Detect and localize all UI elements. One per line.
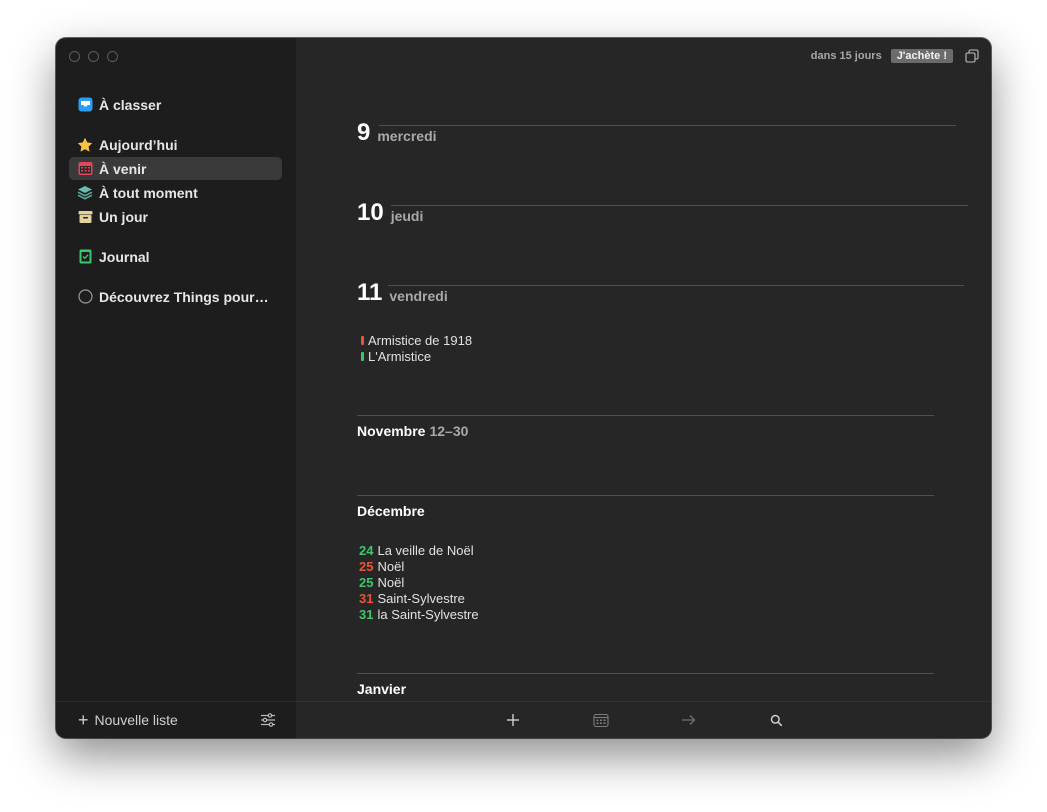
sidebar: À classer Aujourd’hui À venir À tout mom… — [56, 38, 296, 738]
sidebar-item-label: Découvrez Things pour… — [99, 288, 269, 305]
sidebar-item-label: Aujourd’hui — [99, 136, 178, 153]
sidebar-item-label: Un jour — [99, 208, 148, 225]
logbook-icon — [77, 249, 93, 265]
event-day: 24 — [359, 543, 374, 558]
calendar-event[interactable]: 31 Saint-Sylvestre — [359, 591, 465, 606]
inbox-icon — [77, 97, 93, 113]
sidebar-item-label: À classer — [99, 96, 162, 113]
close-window-button[interactable] — [69, 51, 80, 62]
event-day: 31 — [359, 607, 374, 622]
zoom-window-button[interactable] — [107, 51, 118, 62]
month-name: Novembre — [357, 423, 426, 439]
event-title: Armistice de 1918 — [368, 333, 473, 348]
day-number: 9 — [357, 119, 371, 146]
day-number: 11 — [357, 279, 383, 306]
calendar-event[interactable]: L'Armistice — [361, 349, 431, 364]
sidebar-item-logbook[interactable]: Journal — [69, 245, 282, 268]
calendar-event[interactable]: 31 la Saint-Sylvestre — [359, 607, 479, 622]
day-header: 11 vendredi — [357, 280, 448, 306]
archive-box-icon — [77, 209, 93, 225]
day-divider — [388, 285, 964, 286]
event-title: Noël — [377, 559, 405, 574]
month-name: Janvier — [357, 681, 407, 697]
month-header: Décembre — [357, 503, 425, 519]
day-header: 10 jeudi — [357, 200, 423, 226]
event-day: 25 — [359, 559, 374, 574]
weekday-name: jeudi — [390, 208, 424, 224]
top-toolbar: dans 15 jours J'achète ! — [811, 49, 979, 63]
day-number: 10 — [357, 199, 384, 226]
new-list-label: Nouvelle liste — [94, 712, 178, 728]
app-window: À classer Aujourd’hui À venir À tout mom… — [56, 38, 991, 738]
calendar-color-bar — [361, 336, 364, 345]
star-icon — [77, 137, 93, 153]
calendar-color-bar — [361, 352, 364, 361]
sidebar-item-someday[interactable]: Un jour — [69, 205, 282, 228]
calendar-event[interactable]: 24 La veille de Noël — [359, 543, 474, 558]
new-list-button[interactable]: + Nouvelle liste — [78, 711, 178, 729]
sidebar-item-label: À venir — [99, 160, 147, 177]
buy-button[interactable]: J'achète ! — [890, 49, 953, 63]
day-header: 9 mercredi — [357, 120, 437, 146]
calendar-event[interactable]: Armistice de 1918 — [361, 333, 472, 348]
day-divider — [391, 205, 968, 206]
sidebar-item-upcoming[interactable]: À venir — [69, 157, 282, 180]
event-title: La veille de Noël — [377, 543, 474, 558]
month-divider — [357, 415, 934, 416]
sidebar-item-today[interactable]: Aujourd’hui — [69, 133, 282, 156]
duplicate-window-icon[interactable] — [965, 49, 979, 63]
filter-settings-icon[interactable] — [260, 712, 276, 728]
month-name: Décembre — [357, 503, 425, 519]
month-header: Janvier — [357, 681, 406, 697]
add-todo-icon[interactable] — [505, 712, 521, 728]
relative-date-label: dans 15 jours — [810, 50, 882, 62]
month-header: Novembre 12–30 — [357, 423, 468, 439]
sidebar-item-inbox[interactable]: À classer — [69, 93, 282, 116]
sidebar-item-label: À tout moment — [99, 184, 198, 201]
month-divider — [357, 673, 934, 674]
sidebar-item-anytime[interactable]: À tout moment — [69, 181, 282, 204]
search-icon[interactable] — [768, 712, 784, 728]
event-title: la Saint-Sylvestre — [377, 607, 479, 622]
month-divider — [357, 495, 934, 496]
weekday-name: vendredi — [389, 288, 448, 304]
event-day: 31 — [359, 591, 374, 606]
circle-icon — [77, 289, 93, 305]
calendar-event[interactable]: 25 Noël — [359, 559, 404, 574]
day-divider — [379, 125, 956, 126]
layers-icon — [77, 185, 93, 201]
minimize-window-button[interactable] — [88, 51, 99, 62]
arrow-right-icon[interactable] — [680, 712, 696, 728]
window-controls — [69, 51, 118, 62]
event-title: Noël — [377, 575, 405, 590]
upcoming-view: dans 15 jours J'achète ! 9 mercredi 10 j… — [296, 38, 991, 738]
calendar-event[interactable]: 25 Noël — [359, 575, 404, 590]
sidebar-item-discover[interactable]: Découvrez Things pour… — [69, 285, 282, 308]
calendar-icon — [77, 161, 93, 177]
sidebar-item-label: Journal — [99, 248, 150, 265]
weekday-name: mercredi — [377, 128, 437, 144]
calendar-icon[interactable] — [593, 712, 609, 728]
plus-icon: + — [78, 710, 89, 730]
bottom-toolbar — [296, 701, 991, 738]
sidebar-footer: + Nouvelle liste — [56, 701, 296, 738]
event-title: Saint-Sylvestre — [377, 591, 465, 606]
date-range: 12–30 — [429, 423, 469, 439]
event-day: 25 — [359, 575, 374, 590]
event-title: L'Armistice — [368, 349, 432, 364]
